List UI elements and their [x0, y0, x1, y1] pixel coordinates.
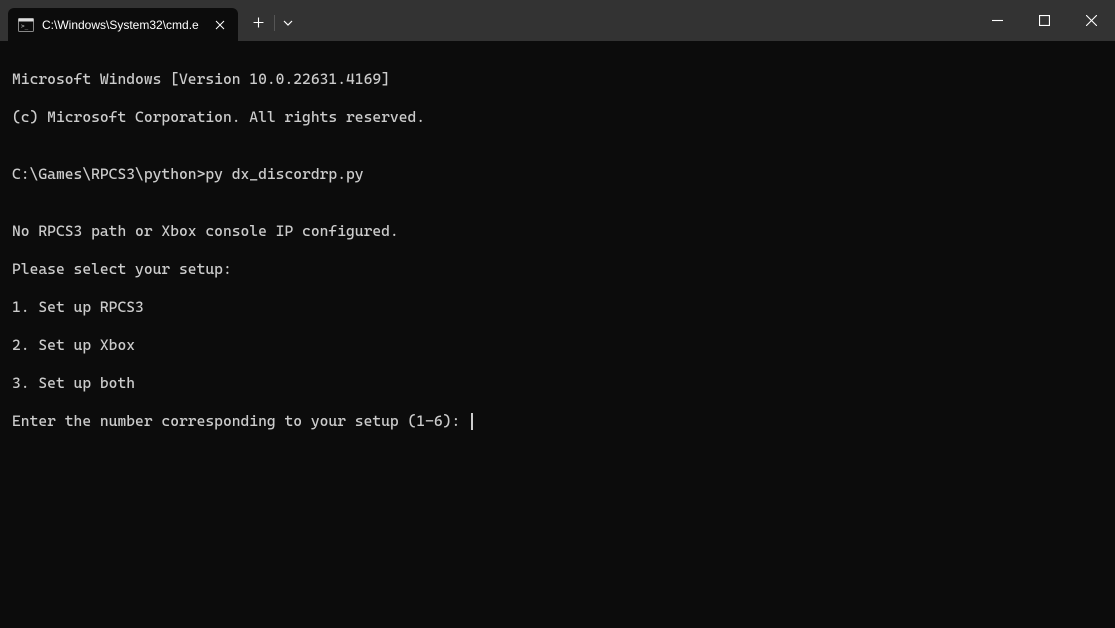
output-line: Please select your setup:	[12, 260, 1103, 279]
plus-icon	[253, 17, 264, 28]
output-line: 3. Set up both	[12, 374, 1103, 393]
close-icon	[1086, 15, 1097, 26]
output-line: No RPCS3 path or Xbox console IP configu…	[12, 222, 1103, 241]
maximize-button[interactable]	[1021, 0, 1068, 40]
cursor	[471, 413, 473, 430]
maximize-icon	[1039, 15, 1050, 26]
tab-active[interactable]: >_ C:\Windows\System32\cmd.e	[8, 8, 238, 41]
svg-text:>_: >_	[21, 23, 29, 30]
cmd-icon: >_	[18, 17, 34, 33]
terminal-output[interactable]: Microsoft Windows [Version 10.0.22631.41…	[0, 41, 1115, 460]
output-line: C:\Games\RPCS3\python>py dx_discordrp.py	[12, 165, 1103, 184]
prompt-text: Enter the number corresponding to your s…	[12, 412, 469, 431]
new-tab-button[interactable]	[242, 7, 274, 39]
titlebar: >_ C:\Windows\System32\cmd.e	[0, 0, 1115, 41]
minimize-icon	[992, 15, 1003, 26]
tab-title: C:\Windows\System32\cmd.e	[42, 18, 204, 32]
window-controls	[974, 0, 1115, 40]
chevron-down-icon	[283, 20, 293, 26]
output-line: 1. Set up RPCS3	[12, 298, 1103, 317]
output-line: Microsoft Windows [Version 10.0.22631.41…	[12, 70, 1103, 89]
tabs-area: >_ C:\Windows\System32\cmd.e	[0, 0, 238, 41]
input-prompt-line: Enter the number corresponding to your s…	[12, 412, 1103, 431]
output-line: 2. Set up Xbox	[12, 336, 1103, 355]
minimize-button[interactable]	[974, 0, 1021, 40]
output-line: (c) Microsoft Corporation. All rights re…	[12, 108, 1103, 127]
tab-actions	[238, 0, 302, 41]
tab-dropdown-button[interactable]	[274, 7, 302, 39]
close-button[interactable]	[1068, 0, 1115, 40]
tab-close-button[interactable]	[212, 17, 228, 33]
